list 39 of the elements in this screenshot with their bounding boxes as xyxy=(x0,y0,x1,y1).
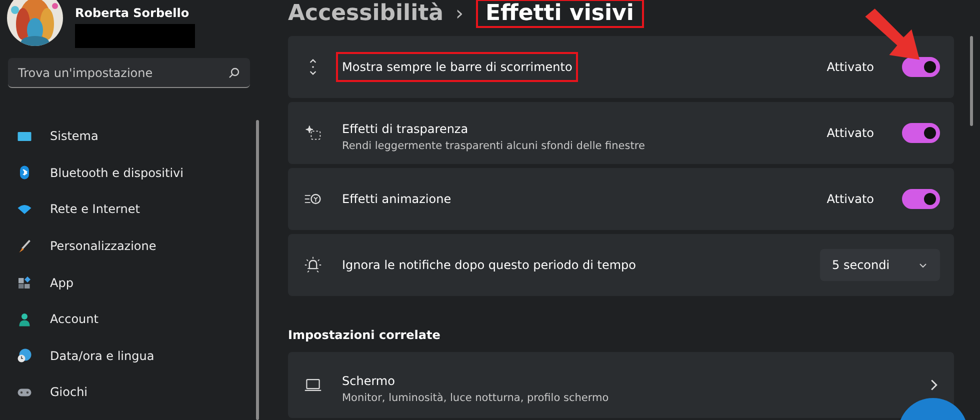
user-name: Roberta Sorbello xyxy=(75,6,190,20)
chevron-right-icon xyxy=(928,379,940,391)
sidebar-item[interactable]: Data/ora e lingua xyxy=(8,338,250,374)
setting-description: Rendi leggermente trasparenti alcuni sfondi delle finestre xyxy=(342,140,646,152)
clock-icon xyxy=(17,348,32,364)
toggle-status: Attivato xyxy=(826,60,874,74)
dropdown[interactable]: 5 secondi xyxy=(820,249,940,281)
sparkle-icon xyxy=(304,124,322,142)
laptop-icon xyxy=(304,376,322,394)
section-heading: Impostazioni correlate xyxy=(288,328,440,342)
toggle-switch[interactable] xyxy=(902,57,940,77)
settings-link[interactable]: Schermo Monitor, luminosità, luce notturna, profilo schermo xyxy=(288,352,954,418)
sidebar-item[interactable]: Sistema xyxy=(8,118,250,155)
bluetooth-icon xyxy=(17,165,32,180)
toggle-status: Attivato xyxy=(826,126,874,140)
sidebar-item[interactable]: Personalizzazione xyxy=(8,228,250,264)
toggle-status: Attivato xyxy=(826,192,874,206)
sidebar-item[interactable]: Bluetooth e dispositivi xyxy=(8,154,250,192)
search-icon xyxy=(228,67,240,79)
search-field[interactable]: Trova un'impostazione xyxy=(8,58,250,88)
setting-label: Mostra sempre le barre di scorrimento xyxy=(336,52,578,82)
setting-label: Effetti animazione xyxy=(341,191,452,208)
apps-icon xyxy=(17,275,32,290)
breadcrumb-separator: › xyxy=(456,1,464,25)
toggle-switch[interactable] xyxy=(902,189,940,209)
breadcrumb-parent[interactable]: Accessibilità xyxy=(288,0,444,26)
sidebar-item[interactable]: Rete e Internet xyxy=(8,191,250,228)
page-title: Effetti visivi xyxy=(476,0,644,28)
setting-label: Schermo xyxy=(341,373,396,390)
sidebar-item[interactable]: App xyxy=(8,264,250,301)
sidebar-item[interactable]: Giochi xyxy=(8,374,250,411)
bell-icon xyxy=(304,256,322,274)
sidebar-item[interactable]: Account xyxy=(8,300,250,338)
setting-description: Monitor, luminosità, luce notturna, profilo schermo xyxy=(342,392,610,404)
person-icon xyxy=(17,312,32,327)
setting-label: Effetti di trasparenza xyxy=(341,121,470,138)
brush-icon xyxy=(17,238,32,254)
setting-label: Ignora le notifiche dopo questo periodo di tempo xyxy=(341,257,638,274)
toggle-switch[interactable] xyxy=(902,123,940,143)
